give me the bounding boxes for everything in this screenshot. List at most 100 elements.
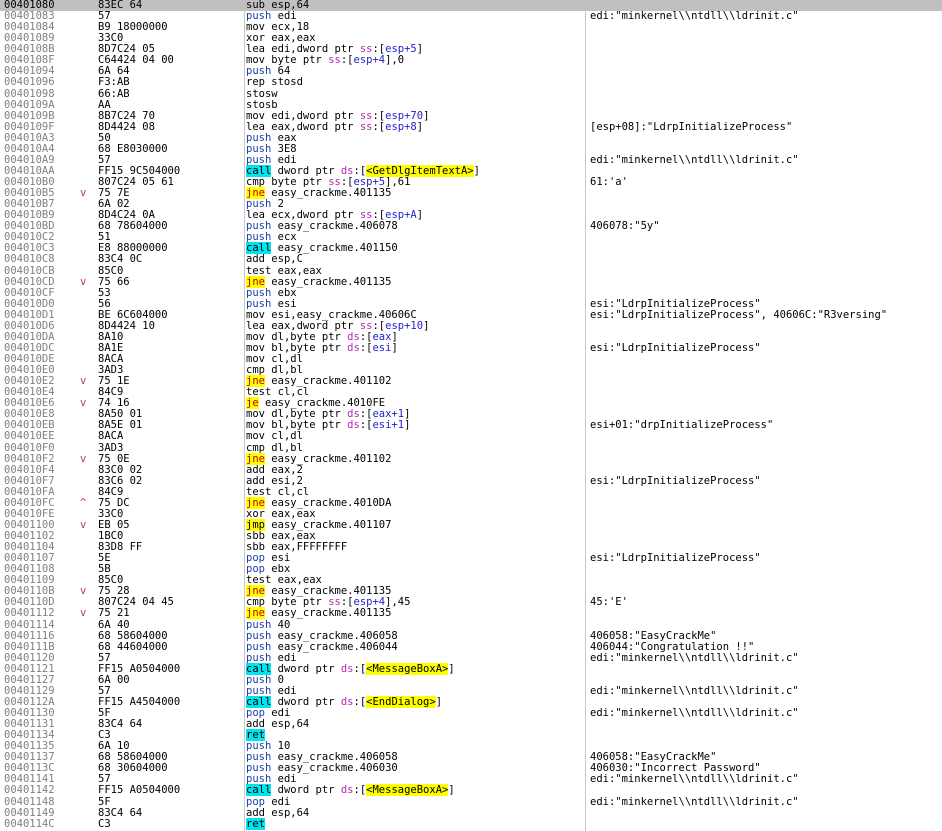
instruction-row[interactable]: 004010BD 68 78604000 push easy_crackme.4…	[0, 221, 942, 232]
instruction-row[interactable]: 004010E0 3AD3 cmp dl,bl	[0, 365, 942, 376]
instruction-row[interactable]: 00401100 v EB 05 jmp easy_crackme.401107	[0, 518, 942, 531]
comment-cell: edi:"minkernel\\ntdll\\ldrinit.c"	[590, 10, 799, 23]
bytes-cell: 8B7C24 70	[98, 109, 155, 122]
instruction-row[interactable]: 0040111B 68 44604000 push easy_crackme.4…	[0, 640, 942, 653]
bytes-cell: FF15 A0504000	[98, 784, 181, 797]
instruction-row[interactable]: 004010EE 8ACA mov cl,dl	[0, 431, 942, 442]
comment-cell: 406044:"Congratulation !!"	[590, 640, 755, 653]
address-cell: 00401149	[4, 806, 55, 819]
instruction-row[interactable]: 004010B0 807C24 05 61 cmp byte ptr ss:[e…	[0, 177, 942, 188]
bytes-cell: 85C0	[98, 264, 124, 277]
instruction-row[interactable]: 004010CF 53 push ebx	[0, 286, 942, 299]
instruction-row[interactable]: 00401108 5B pop ebx	[0, 564, 942, 575]
instruction-row[interactable]: 0040114C C3 ret	[0, 817, 942, 830]
address-cell: 00401112	[4, 607, 55, 620]
instruction-row[interactable]: 004010DA 8A10 mov dl,byte ptr ds:[eax]	[0, 331, 942, 343]
instruction-row[interactable]: 004010CB 85C0 test eax,eax	[0, 264, 942, 277]
bytes-cell: 8ACA	[98, 430, 124, 443]
instruction-row[interactable]: 00401109 85C0 test eax,eax	[0, 575, 942, 586]
jump-arrow-icon: v	[80, 397, 87, 410]
instruction-row[interactable]: 004010DE 8ACA mov cl,dl	[0, 354, 942, 365]
instruction-row[interactable]: 004010CD v 75 66 jne easy_crackme.401135	[0, 275, 942, 288]
operands: easy_crackme.401135	[271, 187, 392, 200]
jump-arrow-icon: v	[80, 275, 87, 288]
jump-arrow-icon: v	[80, 452, 87, 465]
instruction-row[interactable]: 00401112 v 75 21 jne easy_crackme.401135	[0, 607, 942, 620]
address-cell: 004010F4	[4, 463, 55, 476]
instruction-row[interactable]: 00401114 6A 40 push 40	[0, 618, 942, 631]
address-cell: 004010F2	[4, 452, 55, 465]
instruction-row[interactable]: 004010F0 3AD3 cmp dl,bl	[0, 442, 942, 454]
comment-cell: 45:'E'	[590, 596, 628, 609]
instruction-row[interactable]: 00401094 6A 64 push 64	[0, 66, 942, 77]
bytes-cell: 6A 40	[98, 618, 130, 631]
address-cell: 004010CB	[4, 264, 55, 277]
instruction-row[interactable]: 00401148 5F pop edi edi:"minkernel\\ntdl…	[0, 795, 942, 808]
instruction-cell: add esp,64	[246, 806, 309, 819]
instruction-row[interactable]: 004010FC ^ 75 DC jne easy_crackme.4010DA	[0, 496, 942, 509]
instruction-row[interactable]: 00401104 83D8 FF sbb eax,FFFFFFFF	[0, 542, 942, 553]
comment-cell: esi:"LdrpInitializeProcess"	[590, 552, 761, 565]
instruction-row[interactable]: 0040109A AA stosb	[0, 98, 942, 111]
operands: esp,64	[271, 718, 310, 731]
mnemonic: push	[246, 651, 272, 664]
instruction-row[interactable]: 004010A4 68 E8030000 push 3E8	[0, 143, 942, 155]
bytes-cell: 83C4 0C	[98, 253, 143, 266]
bytes-cell: 83C0 02	[98, 463, 143, 476]
instruction-row[interactable]: 00401084 B9 18000000 mov ecx,18	[0, 22, 942, 33]
instruction-row[interactable]: 00401098 66:AB stosw	[0, 87, 942, 100]
instruction-row[interactable]: 0040110D 807C24 04 45 cmp byte ptr ss:[e…	[0, 597, 942, 608]
bytes-cell: C3	[98, 817, 111, 830]
bytes-cell: 53	[98, 286, 111, 299]
address-cell: 0040114C	[4, 817, 55, 830]
instruction-row[interactable]: 00401149 83C4 64 add esp,64	[0, 806, 942, 819]
instruction-row[interactable]: 004010C8 83C4 0C add esp,C	[0, 254, 942, 265]
bytes-cell: 66:AB	[98, 87, 130, 100]
comment-cell: 406058:"EasyCrackMe"	[590, 629, 717, 642]
instruction-row[interactable]: 00401131 83C4 64 add esp,64	[0, 719, 942, 730]
instruction-row[interactable]: 004010F2 v 75 0E jne easy_crackme.401102	[0, 452, 942, 465]
comment-cell: esi:"LdrpInitializeProcess"	[590, 341, 761, 354]
comment-cell: esi+01:"drpInitializeProcess"	[590, 419, 774, 432]
jump-arrow-icon: v	[80, 607, 87, 620]
disassembly-view[interactable]: 00401080 83EC 64 sub esp,64 00401083 57 …	[0, 0, 942, 831]
instruction-row[interactable]: 004010FE 33C0 xor eax,eax	[0, 508, 942, 520]
address-cell: 0040109A	[4, 98, 55, 111]
instruction-row[interactable]: 0040109F 8D4424 08 lea eax,dword ptr ss:…	[0, 121, 942, 133]
comment-cell: edi:"minkernel\\ntdll\\ldrinit.c"	[590, 707, 799, 719]
instruction-row[interactable]: 00401127 6A 00 push 0	[0, 674, 942, 686]
address-cell: 00401098	[4, 87, 55, 100]
instruction-row[interactable]: 00401096 F3:AB rep stosd	[0, 77, 942, 88]
jump-arrow-icon: v	[80, 187, 87, 200]
jump-arrow-icon: ^	[80, 496, 87, 509]
operands: dword ptr ds:[<MessageBoxA>]	[277, 784, 455, 797]
instruction-row[interactable]: 004010E2 v 75 1E jne easy_crackme.401102	[0, 375, 942, 388]
mnemonic: ret	[246, 817, 265, 830]
address-cell: 00401114	[4, 618, 55, 631]
instruction-row[interactable]: 004010E4 84C9 test cl,cl	[0, 387, 942, 398]
instruction-row[interactable]: 0040112A FF15 A4504000 call dword ptr ds…	[0, 695, 942, 708]
instruction-row[interactable]: 004010B5 v 75 7E jne easy_crackme.401135	[0, 187, 942, 200]
mnemonic: add	[246, 806, 265, 819]
comment-cell: esi:"LdrpInitializeProcess", 40606C:"R3v…	[590, 308, 888, 321]
instruction-row[interactable]: 004010DC 8A1E mov bl,byte ptr ds:[esi] e…	[0, 341, 942, 354]
address-cell: 004010CD	[4, 275, 55, 288]
instruction-row[interactable]: 00401116 68 58604000 push easy_crackme.4…	[0, 629, 942, 642]
address-cell: 00401116	[4, 629, 55, 642]
instruction-row[interactable]: 004010EB 8A5E 01 mov bl,byte ptr ds:[esi…	[0, 420, 942, 431]
address-cell: 00401096	[4, 76, 55, 89]
comment-cell: edi:"minkernel\\ntdll\\ldrinit.c"	[590, 795, 799, 808]
instruction-row[interactable]: 004010F7 83C6 02 add esi,2 esi:"LdrpInit…	[0, 475, 942, 487]
instruction-row[interactable]: 004010D6 8D4424 10 lea eax,dword ptr ss:…	[0, 320, 942, 332]
instruction-row[interactable]: 00401142 FF15 A0504000 call dword ptr ds…	[0, 784, 942, 797]
instruction-row[interactable]: 004010FA 84C9 test cl,cl	[0, 486, 942, 498]
operands: dword ptr ds:[<EndDialog>]	[277, 695, 443, 708]
instruction-row[interactable]: 00401080 83EC 64 sub esp,64	[0, 0, 942, 12]
instruction-row[interactable]: 00401121 FF15 A0504000 call dword ptr ds…	[0, 662, 942, 675]
comment-cell: edi:"minkernel\\ntdll\\ldrinit.c"	[590, 773, 799, 786]
instruction-row[interactable]: 0040108F C64424 04 00 mov byte ptr ss:[e…	[0, 55, 942, 66]
instruction-row[interactable]: 0040113C 68 30604000 push easy_crackme.4…	[0, 763, 942, 774]
address-cell: 0040111B	[4, 640, 55, 653]
instruction-row[interactable]: 00401107 5E pop esi esi:"LdrpInitializeP…	[0, 553, 942, 564]
instruction-row[interactable]: 00401134 C3 ret	[0, 729, 942, 742]
